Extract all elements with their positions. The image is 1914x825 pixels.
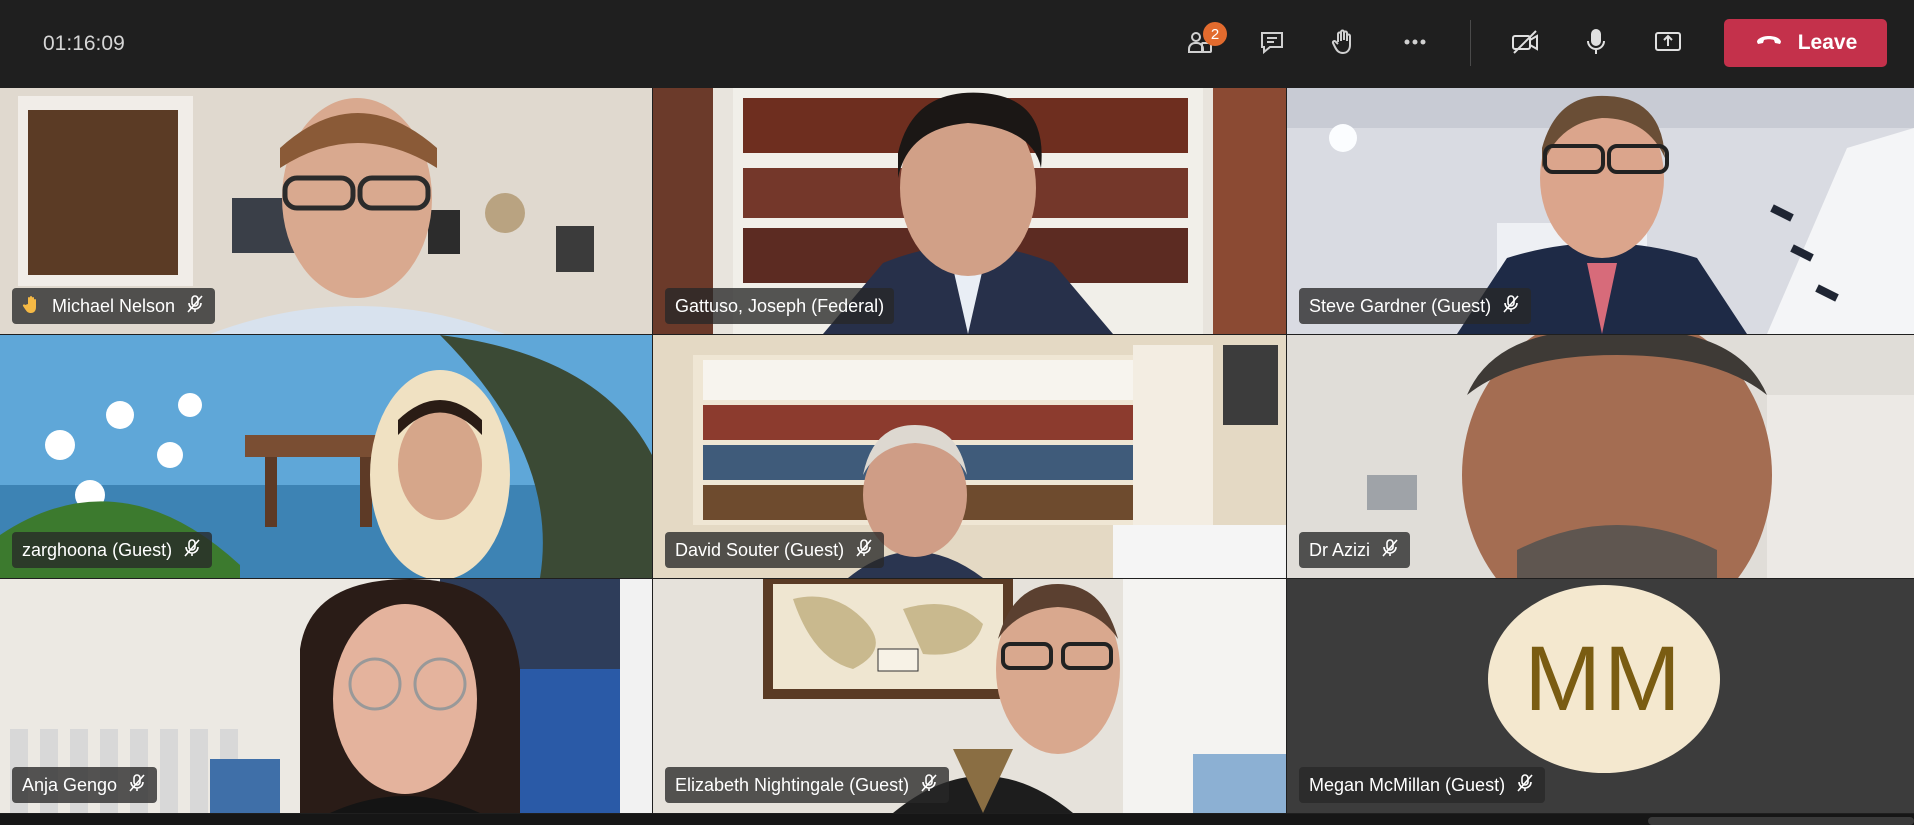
more-actions-button[interactable] <box>1391 20 1439 68</box>
participant-tile[interactable]: Michael Nelson <box>0 88 652 334</box>
leave-label: Leave <box>1797 31 1858 54</box>
video-grid: Michael Nelson Gattuso, Joseph (Federal) <box>0 88 1914 825</box>
participant-name: Michael Nelson <box>52 295 176 316</box>
camera-toggle-button[interactable] <box>1501 20 1549 68</box>
mic-muted-icon <box>127 773 147 798</box>
share-screen-icon <box>1653 27 1683 62</box>
participant-name-tag: Anja Gengo <box>12 767 158 803</box>
microphone-toggle-button[interactable] <box>1572 20 1620 68</box>
participant-name-tag: Megan McMillan (Guest) <box>1299 767 1546 803</box>
participant-tile[interactable]: Gattuso, Joseph (Federal) <box>653 88 1286 334</box>
participant-name: David Souter (Guest) <box>675 539 845 560</box>
participant-name-tag: Steve Gardner (Guest) <box>1299 288 1532 324</box>
participant-name-tag: Gattuso, Joseph (Federal) <box>665 288 895 324</box>
participant-tile[interactable]: Anja Gengo <box>0 579 652 813</box>
avatar-initials: MM <box>1524 627 1684 730</box>
chat-button[interactable] <box>1248 20 1296 68</box>
mic-muted-icon <box>185 294 205 319</box>
participant-name: Dr Azizi <box>1309 539 1371 560</box>
meeting-toolbar: 01:16:09 2 Leave <box>0 0 1914 88</box>
bottom-strip <box>0 814 1914 825</box>
raised-hand-icon <box>22 294 42 319</box>
participant-tile[interactable]: Dr Azizi <box>1287 335 1914 578</box>
participant-tile[interactable]: zarghoona (Guest) <box>0 335 652 578</box>
scrollbar[interactable] <box>1648 817 1914 825</box>
participant-tile[interactable]: MM Megan McMillan (Guest) <box>1287 579 1914 813</box>
leave-button[interactable]: Leave <box>1724 19 1887 67</box>
participant-name: Megan McMillan (Guest) <box>1309 774 1506 795</box>
mic-muted-icon <box>182 538 202 563</box>
participants-count-badge: 2 <box>1203 22 1227 46</box>
participant-name-tag: zarghoona (Guest) <box>12 532 213 568</box>
participant-name: Elizabeth Nightingale (Guest) <box>675 774 910 795</box>
participant-name-tag: Michael Nelson <box>12 288 216 324</box>
mic-muted-icon <box>854 538 874 563</box>
participant-tile[interactable]: Steve Gardner (Guest) <box>1287 88 1914 334</box>
raise-hand-icon <box>1328 27 1358 62</box>
avatar: MM <box>1488 585 1720 773</box>
call-timer: 01:16:09 <box>43 32 125 55</box>
mic-muted-icon <box>1380 538 1400 563</box>
microphone-icon <box>1581 27 1611 62</box>
phone-hangup-icon <box>1754 25 1784 61</box>
mic-muted-icon <box>919 773 939 798</box>
participant-name: Steve Gardner (Guest) <box>1309 295 1492 316</box>
participant-tile[interactable]: Elizabeth Nightingale (Guest) <box>653 579 1286 813</box>
raise-hand-button[interactable] <box>1319 20 1367 68</box>
participant-name-tag: Elizabeth Nightingale (Guest) <box>665 767 950 803</box>
mic-muted-icon <box>1501 294 1521 319</box>
participant-name: zarghoona (Guest) <box>22 539 173 560</box>
participant-tile[interactable]: David Souter (Guest) <box>653 335 1286 578</box>
participants-button[interactable]: 2 <box>1176 20 1227 68</box>
share-screen-button[interactable] <box>1644 20 1692 68</box>
chat-icon <box>1257 27 1287 62</box>
participant-name-tag: David Souter (Guest) <box>665 532 885 568</box>
toolbar-divider <box>1470 20 1471 66</box>
participant-name: Gattuso, Joseph (Federal) <box>675 295 885 316</box>
participant-name: Anja Gengo <box>22 774 118 795</box>
mic-muted-icon <box>1515 773 1535 798</box>
participant-name-tag: Dr Azizi <box>1299 532 1411 568</box>
camera-off-icon <box>1510 27 1540 62</box>
more-icon <box>1400 27 1430 62</box>
